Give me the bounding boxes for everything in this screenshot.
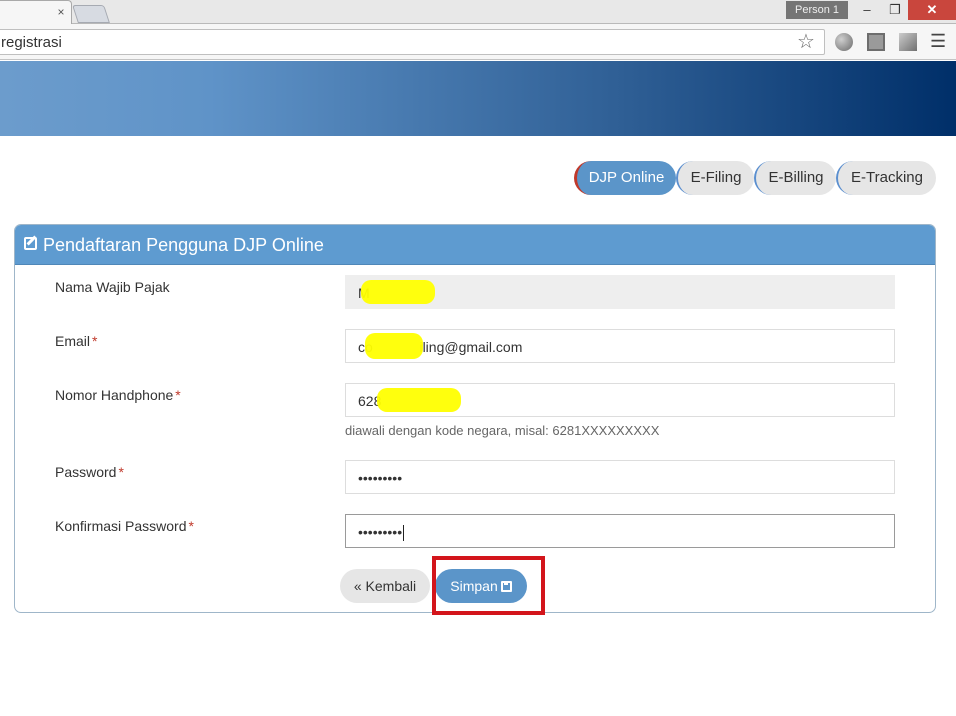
nama-label: Nama Wajib Pajak (55, 279, 170, 295)
nama-label-text: Nama Wajib Pajak (55, 279, 170, 295)
text-caret (403, 525, 405, 542)
back-button[interactable]: « Kembali (340, 569, 430, 603)
address-text: registrasi (1, 34, 62, 51)
required-mark: * (188, 518, 194, 534)
browser-tab[interactable]: × (0, 0, 72, 24)
confirm-password-label-text: Konfirmasi Password (55, 518, 187, 534)
required-mark: * (118, 464, 124, 480)
password-label: Password * (55, 464, 124, 480)
browser-menu-icon[interactable]: ☰ (930, 32, 946, 50)
edit-icon (24, 237, 37, 250)
extension-globe-icon[interactable] (835, 33, 853, 51)
tab-e-filing[interactable]: E-Filing (676, 161, 754, 195)
minimize-icon[interactable]: – (852, 0, 882, 20)
panel-header: Pendaftaran Pengguna DJP Online (15, 225, 935, 265)
profile-badge[interactable]: Person 1 (786, 1, 848, 19)
confirm-password-value: ••••••••• (358, 524, 403, 540)
restore-icon[interactable]: ❐ (882, 0, 908, 20)
tab-e-tracking[interactable]: E-Tracking (836, 161, 936, 195)
tab-e-billing[interactable]: E-Billing (754, 161, 836, 195)
email-label: Email * (55, 333, 97, 349)
redaction-mark (361, 280, 435, 304)
required-mark: * (92, 333, 98, 349)
password-field[interactable]: ••••••••• (345, 460, 895, 494)
email-label-text: Email (55, 333, 91, 349)
panel-title: Pendaftaran Pengguna DJP Online (43, 235, 324, 255)
confirm-password-field[interactable]: ••••••••• (345, 514, 895, 548)
tab-djp-online[interactable]: DJP Online (574, 161, 676, 195)
confirm-password-label: Konfirmasi Password * (55, 518, 194, 534)
address-bar[interactable]: registrasi ☆ (0, 29, 825, 55)
extension-screenshot-icon[interactable] (867, 33, 885, 51)
password-label-text: Password (55, 464, 117, 480)
phone-label-text: Nomor Handphone (55, 387, 174, 403)
new-tab-button[interactable] (72, 5, 110, 23)
back-button-label: « Kembali (353, 578, 417, 594)
tab-close-icon[interactable]: × (54, 5, 68, 19)
bookmark-star-icon[interactable]: ☆ (797, 31, 815, 53)
required-mark: * (175, 387, 181, 403)
email-field[interactable]: co iling@gmail.com (345, 329, 895, 363)
site-header-banner (0, 61, 956, 136)
highlight-annotation (432, 556, 545, 615)
registration-panel: Pendaftaran Pengguna DJP Online Nama Waj… (14, 224, 936, 613)
password-value: ••••••••• (358, 470, 403, 486)
close-window-icon[interactable]: ✕ (908, 0, 956, 20)
phone-label: Nomor Handphone * (55, 387, 181, 403)
phone-hint: diawali dengan kode negara, misal: 6281X… (345, 423, 660, 438)
redaction-mark (377, 388, 461, 412)
browser-toolbar: registrasi ☆ ☰ (0, 24, 956, 60)
redaction-mark (365, 333, 423, 359)
extension-chart-icon[interactable] (899, 33, 917, 51)
browser-titlebar: × Person 1 – ❐ ✕ (0, 0, 956, 24)
